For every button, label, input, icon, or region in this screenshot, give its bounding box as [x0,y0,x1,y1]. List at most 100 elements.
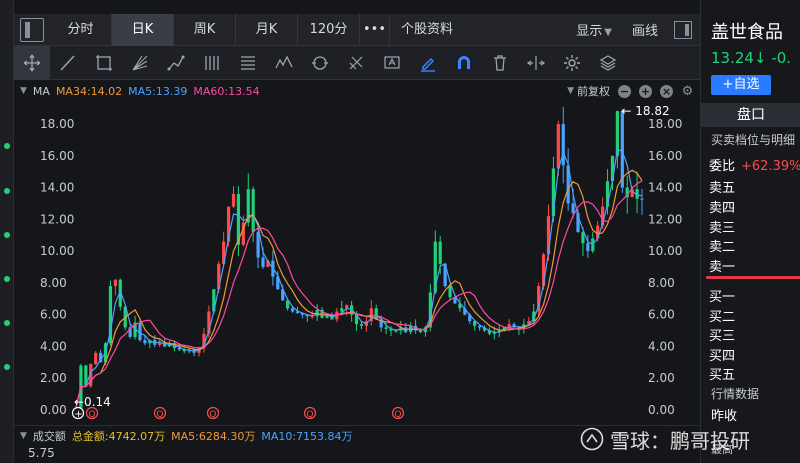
max-price-label: ← 18.82 [621,104,669,118]
watermark: 雪球：鹏哥投研 [580,425,780,453]
parallel-lines-tool[interactable] [194,46,230,80]
event-marker-label: Q [306,410,313,420]
order-book-subtitle[interactable]: 买卖档位与明细 [711,131,795,148]
line-tool[interactable] [50,46,86,80]
status-dot [4,320,10,326]
ask-level-4: 卖四 [709,201,736,216]
volume-label[interactable]: 成交额 [33,428,66,444]
event-marker-label: Q [156,410,163,420]
stock-info-tab[interactable]: 个股资料 [390,14,464,46]
candle-body [290,308,295,312]
zoom-in-icon[interactable]: + [639,84,652,98]
diagonal-line-icon [60,55,75,70]
layers-icon [599,54,617,71]
candle-body [418,330,423,333]
candle-body [261,257,265,268]
tab-daily-k[interactable]: 日K [112,13,174,46]
text-tool[interactable] [374,46,410,80]
candle-body [561,124,565,166]
volume-ma10: MA10:7153.84万 [261,429,353,443]
adjust-mode-dropdown[interactable]: 前复权 [577,83,610,99]
tab-weekly-k[interactable]: 周K [174,13,236,46]
rectangle-tool[interactable] [86,46,122,80]
candle-body [571,203,575,213]
trash-icon [494,54,506,71]
status-dot [4,143,10,149]
toggle-right-panel-button[interactable] [674,20,692,39]
y-tick-label-left: 4.00 [40,339,67,353]
add-watchlist-button[interactable]: +自选 [711,75,771,95]
polyline-tool[interactable] [158,46,194,80]
y-tick-label-right: 0.00 [648,403,675,417]
market-data-header[interactable]: 行情数据 [711,385,759,402]
candlestick-chart[interactable]: 18.00 18.00 16.00 16.00 14.00 14.00 12.00 12.00… [14,101,700,423]
ma5-value: MA5:13.39 [128,84,188,98]
volume-caret-icon[interactable]: ▼ [20,431,27,441]
tab-order-book[interactable]: 盘口 [701,103,800,127]
event-marker-label: Q [209,410,216,420]
bid-level-1: 买一 [709,290,736,305]
candle-body [438,241,442,264]
ask-level-1: 卖一 [709,260,736,275]
collapse-caret-icon[interactable]: ▼ [20,86,27,96]
candle-body [143,340,147,344]
more-periods-button[interactable]: ••• [360,13,390,46]
candle-body [448,286,452,298]
y-tick-label-left: 6.00 [40,308,67,322]
prev-close-label: 昨收 [711,409,738,424]
ma60-value: MA60:13.54 [193,84,260,98]
status-dot [4,364,10,370]
y-tick-label-left: 12.00 [40,212,74,226]
delete-drawings-tool[interactable] [482,46,518,80]
y-tick-label-left: 10.00 [40,244,74,258]
pen-icon [421,57,435,72]
bid-level-2: 买二 [709,310,736,325]
status-dot [4,232,10,238]
vertical-bars-icon [205,55,219,70]
zoom-out-icon[interactable]: − [618,84,631,98]
candle-body [340,308,344,312]
bid-level-3: 买三 [709,329,736,344]
split-tool[interactable] [518,46,554,80]
y-tick-label-left: 8.00 [40,276,67,290]
close-indicator-icon[interactable]: × [660,84,673,98]
magnet-tool[interactable] [446,46,482,80]
cycle-tool[interactable] [302,46,338,80]
y-tick-label-left: 16.00 [40,149,74,163]
display-label: 显示 [576,24,603,39]
stock-price: 13.24↓ -0. [711,49,792,67]
candle-body [138,322,142,341]
add-event-icon-glyph: + [74,409,82,420]
wave-icon [275,55,293,68]
y-tick-label-left: 18.00 [40,117,74,131]
wave-tool[interactable] [266,46,302,80]
toggle-left-panel-button[interactable] [20,17,44,42]
tab-monthly-k[interactable]: 月K [236,13,298,46]
candle-body [359,324,364,326]
gann-tool[interactable] [338,46,374,80]
fibonacci-tool[interactable] [230,46,266,80]
chart-canvas: 18.00 18.00 16.00 16.00 14.00 14.00 12.00 12.00… [40,104,682,420]
tab-120min[interactable]: 120分 [298,13,360,46]
period-tabs-bar: 分时 日K 周K 月K 120分 ••• 个股资料 显示 ▼ 画线 [14,13,700,46]
display-dropdown[interactable]: 显示 ▼ [566,20,622,39]
bid-ask-ratio-value: +62.39% [741,159,800,174]
highlighter-tool[interactable] [410,46,446,80]
indicator-name[interactable]: MA [33,85,50,98]
y-tick-label-left: 2.00 [40,371,67,385]
candle-body [231,193,236,207]
move-cursor-tool[interactable] [14,45,50,80]
polyline-icon [167,55,185,70]
layers-tool[interactable] [590,46,626,80]
indicator-settings-icon[interactable]: ⚙ [681,85,694,98]
event-marker-label: Q [394,410,401,420]
ask-level-5: 卖五 [709,181,736,196]
draw-line-button[interactable]: 画线 [622,20,668,39]
y-tick-label-right: 12.00 [648,212,682,226]
tab-intraday[interactable]: 分时 [50,13,112,46]
fan-tool[interactable] [122,46,158,80]
candle-body [113,279,117,287]
settings-tool[interactable] [554,46,590,80]
y-tick-label-left: 14.00 [40,181,74,195]
ask-level-3: 卖三 [709,221,736,236]
